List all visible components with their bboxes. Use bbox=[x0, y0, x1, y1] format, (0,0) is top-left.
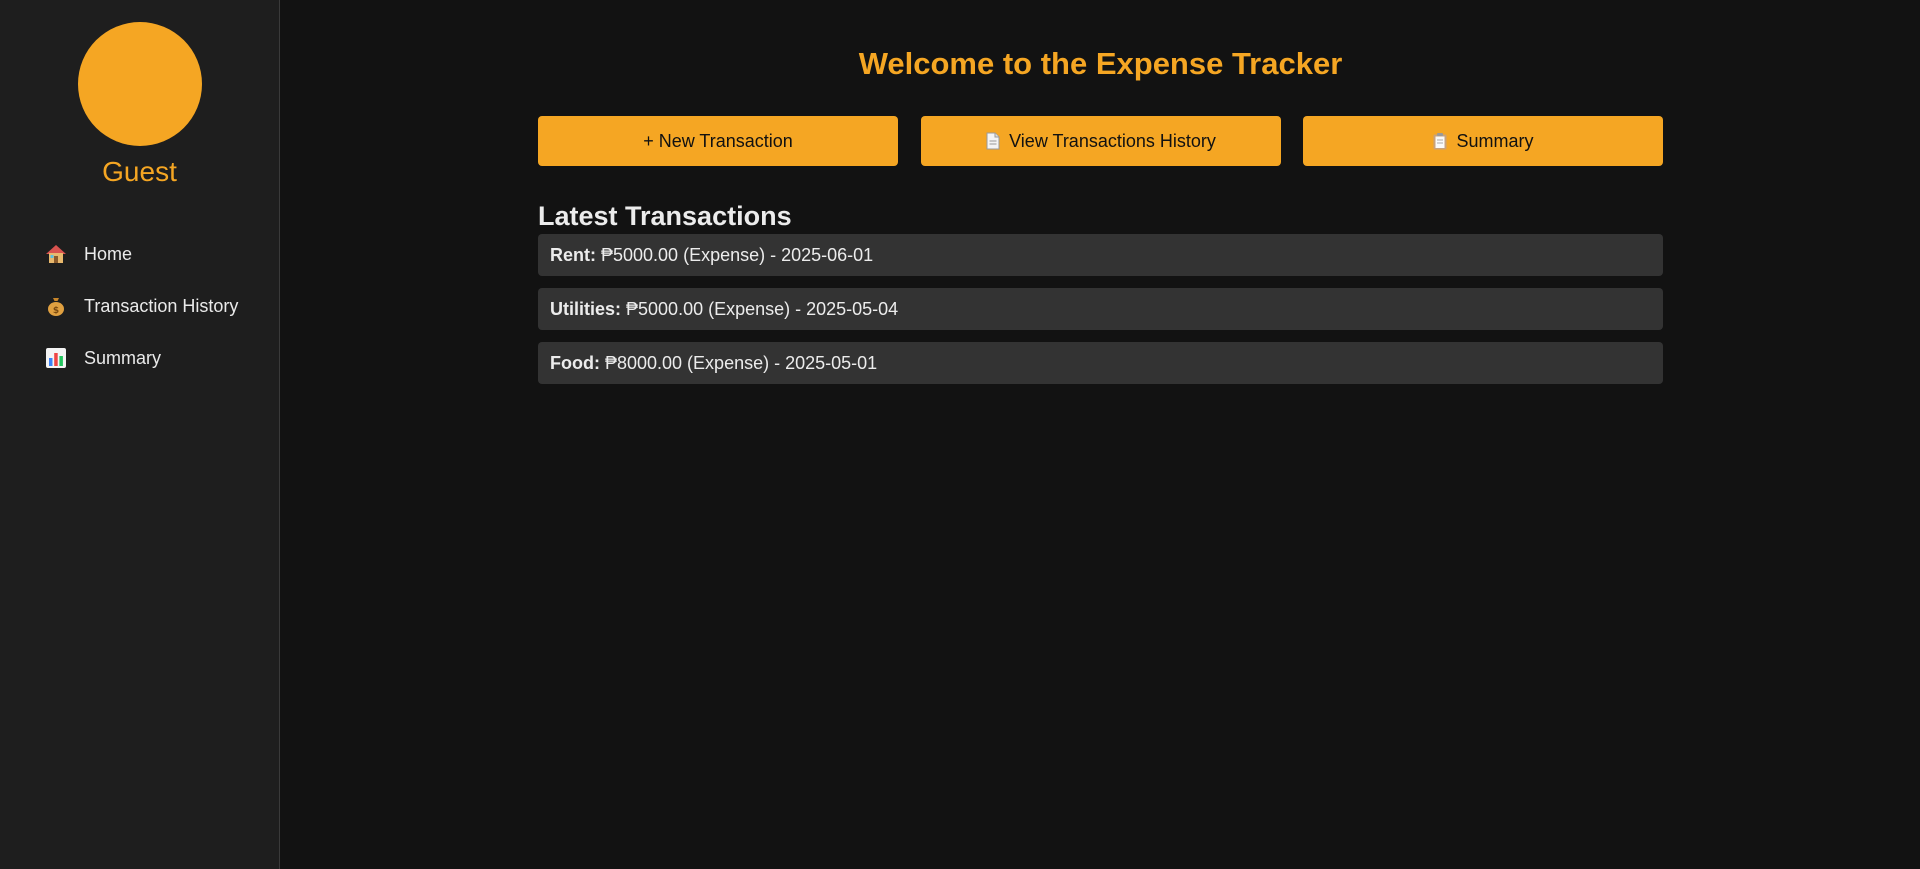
sidebar-item-transaction-history[interactable]: $ Transaction History bbox=[0, 280, 279, 332]
transaction-details: ₱5000.00 (Expense) - 2025-05-04 bbox=[626, 298, 899, 319]
sidebar: Guest Home $ Transaction History Summary bbox=[0, 0, 280, 869]
transaction-item: Utilities: ₱5000.00 (Expense) - 2025-05-… bbox=[538, 288, 1663, 330]
latest-transactions-heading: Latest Transactions bbox=[538, 201, 792, 231]
app: Guest Home $ Transaction History Summary… bbox=[0, 0, 1920, 869]
transaction-item: Food: ₱8000.00 (Expense) - 2025-05-01 bbox=[538, 342, 1663, 384]
button-label: View Transactions History bbox=[1009, 130, 1216, 151]
transaction-category: Rent: bbox=[550, 244, 596, 265]
document-icon bbox=[985, 132, 1001, 150]
username: Guest bbox=[102, 156, 177, 187]
sidebar-nav: Home $ Transaction History Summary bbox=[0, 228, 279, 384]
transaction-details: ₱8000.00 (Expense) - 2025-05-01 bbox=[604, 352, 878, 373]
clipboard-icon bbox=[1432, 132, 1448, 150]
button-label: + New Transaction bbox=[643, 130, 793, 151]
page-title: Welcome to the Expense Tracker bbox=[858, 46, 1343, 81]
transaction-item: Rent: ₱5000.00 (Expense) - 2025-06-01 bbox=[538, 234, 1663, 276]
view-transactions-history-button[interactable]: View Transactions History bbox=[920, 116, 1281, 166]
svg-text:$: $ bbox=[53, 306, 59, 316]
button-label: Summary bbox=[1456, 130, 1534, 151]
avatar bbox=[77, 22, 202, 146]
transaction-category: Utilities: bbox=[550, 298, 622, 319]
latest-transactions-list: Rent: ₱5000.00 (Expense) - 2025-06-01 Ut… bbox=[538, 234, 1663, 384]
main-content: Welcome to the Expense Tracker + New Tra… bbox=[280, 0, 1920, 869]
house-icon bbox=[44, 242, 68, 266]
content-container: Welcome to the Expense Tracker + New Tra… bbox=[538, 0, 1663, 396]
transaction-category: Food: bbox=[550, 352, 600, 373]
sidebar-item-label: Summary bbox=[84, 347, 162, 368]
sidebar-item-label: Home bbox=[84, 243, 133, 264]
bar-chart-icon bbox=[44, 346, 68, 370]
sidebar-item-home[interactable]: Home bbox=[0, 228, 279, 280]
money-bag-icon: $ bbox=[44, 294, 68, 318]
summary-button[interactable]: Summary bbox=[1303, 116, 1663, 166]
sidebar-item-summary[interactable]: Summary bbox=[0, 332, 279, 384]
sidebar-item-label: Transaction History bbox=[84, 295, 239, 316]
action-buttons: + New Transaction View Transactions Hist… bbox=[538, 116, 1663, 166]
new-transaction-button[interactable]: + New Transaction bbox=[538, 116, 898, 166]
transaction-details: ₱5000.00 (Expense) - 2025-06-01 bbox=[601, 244, 874, 265]
